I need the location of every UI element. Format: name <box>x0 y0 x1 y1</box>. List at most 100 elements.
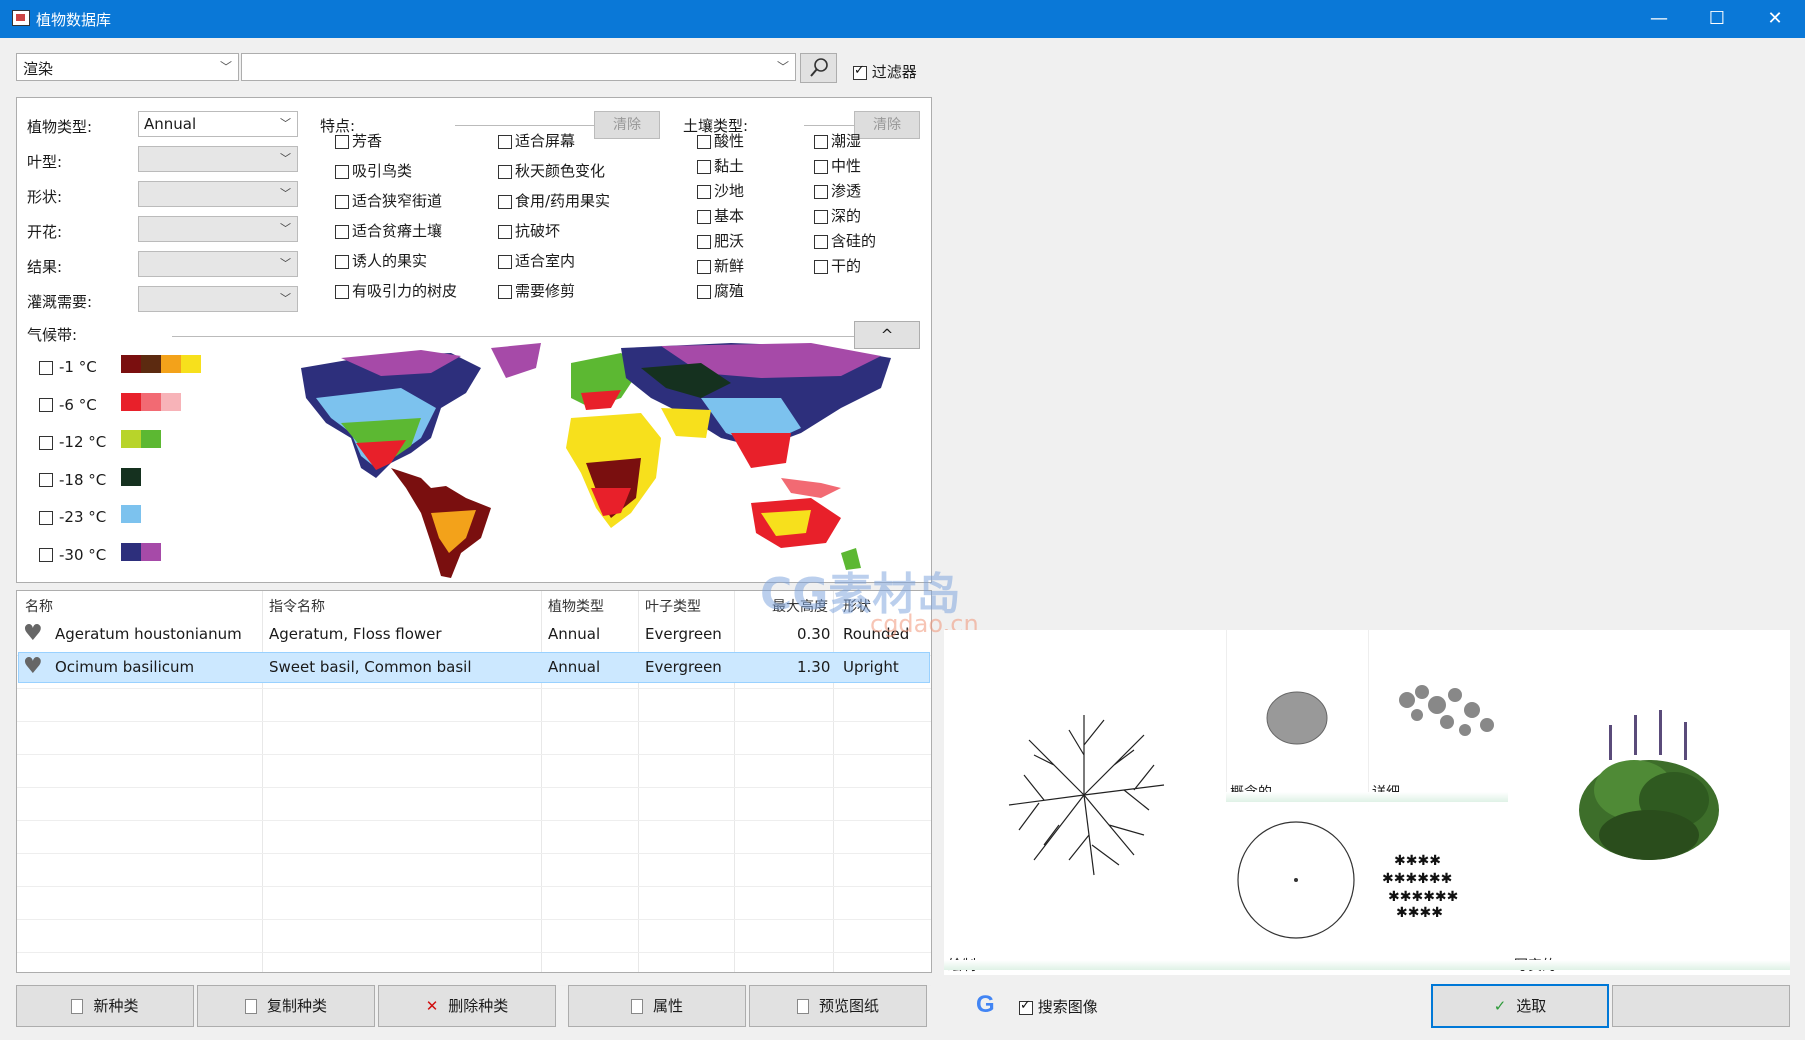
climate-zone-item[interactable]: -18 °C <box>39 471 106 489</box>
soil-checkbox-item[interactable]: 基本 <box>697 205 744 226</box>
column-header[interactable]: 指令名称 <box>269 596 325 616</box>
filter-checkbox[interactable] <box>853 63 867 80</box>
leaf-type-select[interactable]: ﹀ <box>138 146 298 172</box>
soil-checkbox-item[interactable]: 腐殖 <box>697 280 744 301</box>
conceptual-preview[interactable] <box>1226 630 1366 800</box>
cancel-button[interactable] <box>1612 985 1790 1027</box>
feature-checkbox-item[interactable]: 吸引鸟类 <box>335 160 412 181</box>
heart-icon[interactable]: ♥ <box>23 621 43 647</box>
search-button[interactable] <box>800 53 837 83</box>
plant-type-select[interactable]: Annual ﹀ <box>138 111 298 137</box>
checkbox[interactable] <box>697 259 711 274</box>
filter-toggle[interactable]: 过滤器 <box>853 61 917 82</box>
checkbox[interactable] <box>498 194 512 209</box>
feature-checkbox-item[interactable]: 抗破坏 <box>498 220 560 241</box>
checkbox[interactable] <box>697 159 711 174</box>
delete-species-button[interactable]: ✕ 删除种类 <box>378 985 556 1027</box>
google-icon[interactable]: G <box>976 992 1002 1018</box>
checkbox[interactable] <box>814 134 828 149</box>
heart-icon[interactable]: ♥ <box>23 654 43 680</box>
soil-checkbox-item[interactable]: 渗透 <box>814 180 861 201</box>
feature-checkbox-item[interactable]: 食用/药用果实 <box>498 190 610 211</box>
checkbox[interactable] <box>697 209 711 224</box>
soil-checkbox-item[interactable]: 肥沃 <box>697 230 744 251</box>
checkbox[interactable] <box>498 224 512 239</box>
features-clear-button[interactable]: 清除 <box>594 111 660 139</box>
checkbox[interactable] <box>39 398 53 412</box>
maximize-icon[interactable]: ☐ <box>1688 0 1746 38</box>
minimize-icon[interactable]: — <box>1630 0 1688 38</box>
render-mode-select[interactable]: 渲染 ﹀ <box>16 53 239 81</box>
feature-checkbox-item[interactable]: 秋天颜色变化 <box>498 160 605 181</box>
plan-cluster-symbol[interactable]: ✱✱✱✱ ✱✱✱✱✱✱ ✱✱✱✱✱✱ ✱✱✱✱ <box>1374 835 1499 925</box>
checkbox[interactable] <box>335 164 349 179</box>
soil-checkbox-item[interactable]: 中性 <box>814 155 861 176</box>
checkbox[interactable] <box>335 224 349 239</box>
climate-zone-item[interactable]: -1 °C <box>39 358 97 376</box>
properties-button[interactable]: 属性 <box>568 985 746 1027</box>
checkbox[interactable] <box>335 194 349 209</box>
irrigation-select[interactable]: ﹀ <box>138 286 298 312</box>
flowering-select[interactable]: ﹀ <box>138 216 298 242</box>
soil-checkbox-item[interactable]: 新鲜 <box>697 255 744 276</box>
soil-checkbox-item[interactable]: 沙地 <box>697 180 744 201</box>
preview-drawing-button[interactable]: 预览图纸 <box>749 985 927 1027</box>
shape-select[interactable]: ﹀ <box>138 181 298 207</box>
feature-checkbox-item[interactable]: 需要修剪 <box>498 280 575 301</box>
search-input[interactable]: ﹀ <box>241 53 796 81</box>
checkbox[interactable] <box>39 360 53 375</box>
checkbox[interactable] <box>39 435 53 450</box>
checkbox[interactable] <box>39 548 53 562</box>
plan-circle-symbol[interactable] <box>1236 820 1356 940</box>
checkbox[interactable] <box>335 284 349 299</box>
feature-checkbox-item[interactable]: 适合狭窄街道 <box>335 190 442 211</box>
climate-zone-item[interactable]: -30 °C <box>39 546 106 564</box>
search-images-checkbox[interactable] <box>1019 998 1033 1015</box>
feature-checkbox-item[interactable]: 芳香 <box>335 130 382 151</box>
feature-checkbox-item[interactable]: 适合室内 <box>498 250 575 271</box>
checkbox[interactable] <box>697 134 711 149</box>
detailed-preview[interactable] <box>1368 630 1508 800</box>
close-icon[interactable]: ✕ <box>1746 0 1804 38</box>
fruit-select[interactable]: ﹀ <box>138 251 298 277</box>
soil-checkbox-item[interactable]: 黏土 <box>697 155 744 176</box>
realistic-plant-preview[interactable] <box>1564 710 1734 870</box>
copy-species-button[interactable]: 复制种类 <box>197 985 375 1027</box>
soil-checkbox-item[interactable]: 酸性 <box>697 130 744 151</box>
checkbox[interactable] <box>697 284 711 299</box>
feature-checkbox-item[interactable]: 适合屏幕 <box>498 130 575 151</box>
plan-symbol-preview[interactable] <box>984 695 1184 895</box>
checkbox[interactable] <box>335 134 349 149</box>
column-header[interactable]: 植物类型 <box>548 596 604 616</box>
checkbox[interactable] <box>498 164 512 179</box>
checkbox[interactable] <box>814 259 828 274</box>
checkbox[interactable] <box>814 209 828 224</box>
soil-checkbox-item[interactable]: 深的 <box>814 205 861 226</box>
checkbox[interactable] <box>498 254 512 269</box>
checkbox[interactable] <box>335 254 349 269</box>
checkbox[interactable] <box>814 184 828 199</box>
feature-checkbox-item[interactable]: 有吸引力的树皮 <box>335 280 457 301</box>
climate-zone-item[interactable]: -6 °C <box>39 396 97 414</box>
checkbox[interactable] <box>814 234 828 249</box>
column-header[interactable]: 叶子类型 <box>645 596 701 616</box>
checkbox[interactable] <box>498 134 512 149</box>
climate-zone-item[interactable]: -23 °C <box>39 508 106 526</box>
soil-checkbox-item[interactable]: 含硅的 <box>814 230 876 251</box>
soil-checkbox-item[interactable]: 干的 <box>814 255 861 276</box>
new-species-button[interactable]: 新种类 <box>16 985 194 1027</box>
select-button[interactable]: ✓ 选取 <box>1431 984 1609 1028</box>
checkbox[interactable] <box>39 510 53 525</box>
feature-checkbox-item[interactable]: 适合贫瘠土壤 <box>335 220 442 241</box>
checkbox[interactable] <box>814 159 828 174</box>
soil-checkbox-item[interactable]: 潮湿 <box>814 130 861 151</box>
checkbox[interactable] <box>697 184 711 199</box>
climate-zone-item[interactable]: -12 °C <box>39 433 106 451</box>
checkbox[interactable] <box>498 284 512 299</box>
search-images-toggle[interactable]: 搜索图像 <box>1019 996 1098 1017</box>
column-header[interactable]: 名称 <box>25 596 53 616</box>
soil-clear-button[interactable]: 清除 <box>854 111 920 139</box>
checkbox[interactable] <box>39 473 53 487</box>
checkbox[interactable] <box>697 234 711 249</box>
feature-checkbox-item[interactable]: 诱人的果实 <box>335 250 427 271</box>
